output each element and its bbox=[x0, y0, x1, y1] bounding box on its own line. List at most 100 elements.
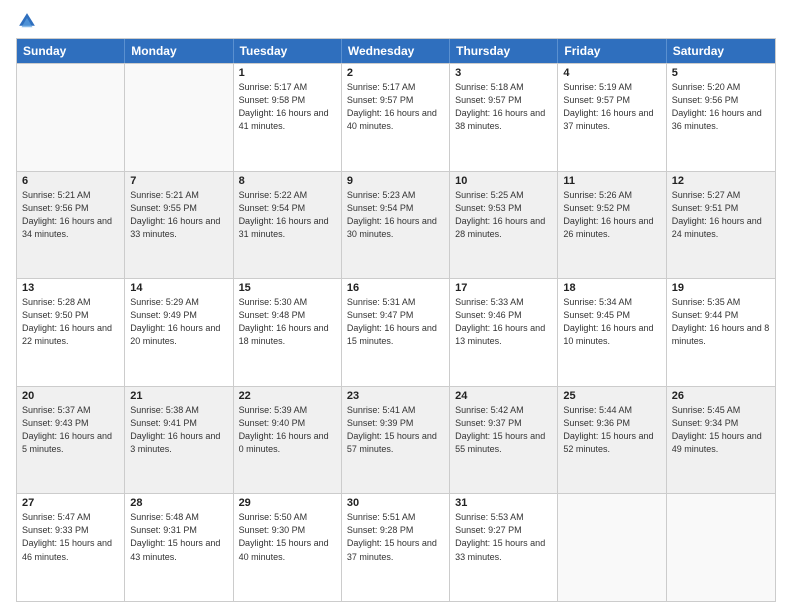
day-info: Sunrise: 5:35 AM Sunset: 9:44 PM Dayligh… bbox=[672, 296, 770, 348]
header-cell-thursday: Thursday bbox=[450, 39, 558, 63]
day-cell-23: 23 Sunrise: 5:41 AM Sunset: 9:39 PM Dayli… bbox=[342, 387, 450, 494]
day-info: Sunrise: 5:17 AM Sunset: 9:57 PM Dayligh… bbox=[347, 81, 444, 133]
header-cell-wednesday: Wednesday bbox=[342, 39, 450, 63]
day-cell-4: 4 Sunrise: 5:19 AM Sunset: 9:57 PM Daylig… bbox=[558, 64, 666, 171]
day-number: 28 bbox=[130, 497, 227, 509]
day-cell-18: 18 Sunrise: 5:34 AM Sunset: 9:45 PM Dayli… bbox=[558, 279, 666, 386]
week-row-1: 1 Sunrise: 5:17 AM Sunset: 9:58 PM Daylig… bbox=[17, 63, 775, 171]
day-cell-1: 1 Sunrise: 5:17 AM Sunset: 9:58 PM Daylig… bbox=[234, 64, 342, 171]
day-cell-22: 22Sunrise: 5:39 AM Sunset: 9:40 PM Dayli… bbox=[234, 387, 342, 494]
day-cell-5: 5 Sunrise: 5:20 AM Sunset: 9:56 PM Daylig… bbox=[667, 64, 775, 171]
day-number: 3 bbox=[455, 67, 552, 79]
day-info: Sunrise: 5:42 AM Sunset: 9:37 PM Dayligh… bbox=[455, 404, 552, 456]
day-info: Sunrise: 5:22 AM Sunset: 9:54 PM Dayligh… bbox=[239, 189, 336, 241]
day-info: Sunrise: 5:48 AM Sunset: 9:31 PM Dayligh… bbox=[130, 511, 227, 563]
day-info: Sunrise: 5:19 AM Sunset: 9:57 PM Dayligh… bbox=[563, 81, 660, 133]
day-cell-27: 27 Sunrise: 5:47 AM Sunset: 9:33 PM Dayli… bbox=[17, 494, 125, 601]
day-info: Sunrise: 5:21 AM Sunset: 9:56 PM Dayligh… bbox=[22, 189, 119, 241]
day-info: Sunrise: 5:33 AM Sunset: 9:46 PM Dayligh… bbox=[455, 296, 552, 348]
day-number: 4 bbox=[563, 67, 660, 79]
day-cell-19: 19 Sunrise: 5:35 AM Sunset: 9:44 PM Dayli… bbox=[667, 279, 775, 386]
day-number: 27 bbox=[22, 497, 119, 509]
day-cell-15: 15 Sunrise: 5:30 AM Sunset: 9:48 PM Dayli… bbox=[234, 279, 342, 386]
day-number: 22 bbox=[239, 390, 336, 402]
day-info: Sunrise: 5:23 AM Sunset: 9:54 PM Dayligh… bbox=[347, 189, 444, 241]
day-number: 2 bbox=[347, 67, 444, 79]
day-number: 1 bbox=[239, 67, 336, 79]
day-number: 20 bbox=[22, 390, 119, 402]
day-cell-21: 21 Sunrise: 5:38 AM Sunset: 9:41 PM Dayli… bbox=[125, 387, 233, 494]
day-number: 17 bbox=[455, 282, 552, 294]
day-number: 23 bbox=[347, 390, 444, 402]
day-number: 24 bbox=[455, 390, 552, 402]
empty-cell bbox=[667, 494, 775, 601]
day-number: 8 bbox=[239, 175, 336, 187]
day-info: Sunrise: 5:38 AM Sunset: 9:41 PM Dayligh… bbox=[130, 404, 227, 456]
day-number: 12 bbox=[672, 175, 770, 187]
day-info: Sunrise: 5:47 AM Sunset: 9:33 PM Dayligh… bbox=[22, 511, 119, 563]
empty-cell bbox=[125, 64, 233, 171]
week-row-5: 27 Sunrise: 5:47 AM Sunset: 9:33 PM Dayli… bbox=[17, 493, 775, 601]
empty-cell bbox=[558, 494, 666, 601]
day-info: Sunrise: 5:21 AM Sunset: 9:55 PM Dayligh… bbox=[130, 189, 227, 241]
day-number: 14 bbox=[130, 282, 227, 294]
header bbox=[16, 12, 776, 32]
day-info: Sunrise: 5:37 AM Sunset: 9:43 PM Dayligh… bbox=[22, 404, 119, 456]
day-number: 18 bbox=[563, 282, 660, 294]
day-info: Sunrise: 5:28 AM Sunset: 9:50 PM Dayligh… bbox=[22, 296, 119, 348]
header-cell-monday: Monday bbox=[125, 39, 233, 63]
day-number: 9 bbox=[347, 175, 444, 187]
header-cell-tuesday: Tuesday bbox=[234, 39, 342, 63]
day-info: Sunrise: 5:25 AM Sunset: 9:53 PM Dayligh… bbox=[455, 189, 552, 241]
day-info: Sunrise: 5:31 AM Sunset: 9:47 PM Dayligh… bbox=[347, 296, 444, 348]
day-cell-12: 12 Sunrise: 5:27 AM Sunset: 9:51 PM Dayli… bbox=[667, 172, 775, 279]
day-cell-29: 29Sunrise: 5:50 AM Sunset: 9:30 PM Dayli… bbox=[234, 494, 342, 601]
day-cell-3: 3 Sunrise: 5:18 AM Sunset: 9:57 PM Daylig… bbox=[450, 64, 558, 171]
day-number: 13 bbox=[22, 282, 119, 294]
week-row-4: 20 Sunrise: 5:37 AM Sunset: 9:43 PM Dayli… bbox=[17, 386, 775, 494]
week-row-3: 13 Sunrise: 5:28 AM Sunset: 9:50 PM Dayli… bbox=[17, 278, 775, 386]
day-info: Sunrise: 5:50 AM Sunset: 9:30 PM Dayligh… bbox=[239, 511, 336, 563]
day-number: 19 bbox=[672, 282, 770, 294]
day-info: Sunrise: 5:34 AM Sunset: 9:45 PM Dayligh… bbox=[563, 296, 660, 348]
calendar-header: SundayMondayTuesdayWednesdayThursdayFrid… bbox=[17, 39, 775, 63]
day-info: Sunrise: 5:41 AM Sunset: 9:39 PM Dayligh… bbox=[347, 404, 444, 456]
day-number: 11 bbox=[563, 175, 660, 187]
calendar: SundayMondayTuesdayWednesdayThursdayFrid… bbox=[16, 38, 776, 602]
day-info: Sunrise: 5:18 AM Sunset: 9:57 PM Dayligh… bbox=[455, 81, 552, 133]
day-cell-13: 13 Sunrise: 5:28 AM Sunset: 9:50 PM Dayli… bbox=[17, 279, 125, 386]
empty-cell bbox=[17, 64, 125, 171]
day-cell-28: 28 Sunrise: 5:48 AM Sunset: 9:31 PM Dayli… bbox=[125, 494, 233, 601]
day-number: 5 bbox=[672, 67, 770, 79]
day-info: Sunrise: 5:30 AM Sunset: 9:48 PM Dayligh… bbox=[239, 296, 336, 348]
logo bbox=[16, 12, 42, 32]
day-number: 30 bbox=[347, 497, 444, 509]
day-info: Sunrise: 5:27 AM Sunset: 9:51 PM Dayligh… bbox=[672, 189, 770, 241]
day-cell-8: 8 Sunrise: 5:22 AM Sunset: 9:54 PM Daylig… bbox=[234, 172, 342, 279]
day-cell-30: 30 Sunrise: 5:51 AM Sunset: 9:28 PM Dayli… bbox=[342, 494, 450, 601]
day-info: Sunrise: 5:51 AM Sunset: 9:28 PM Dayligh… bbox=[347, 511, 444, 563]
day-info: Sunrise: 5:26 AM Sunset: 9:52 PM Dayligh… bbox=[563, 189, 660, 241]
day-number: 16 bbox=[347, 282, 444, 294]
day-cell-6: 6Sunrise: 5:21 AM Sunset: 9:56 PM Daylig… bbox=[17, 172, 125, 279]
day-info: Sunrise: 5:45 AM Sunset: 9:34 PM Dayligh… bbox=[672, 404, 770, 456]
day-number: 26 bbox=[672, 390, 770, 402]
header-cell-saturday: Saturday bbox=[667, 39, 775, 63]
week-row-2: 6Sunrise: 5:21 AM Sunset: 9:56 PM Daylig… bbox=[17, 171, 775, 279]
day-cell-10: 10Sunrise: 5:25 AM Sunset: 9:53 PM Dayli… bbox=[450, 172, 558, 279]
header-cell-friday: Friday bbox=[558, 39, 666, 63]
day-info: Sunrise: 5:44 AM Sunset: 9:36 PM Dayligh… bbox=[563, 404, 660, 456]
day-info: Sunrise: 5:20 AM Sunset: 9:56 PM Dayligh… bbox=[672, 81, 770, 133]
day-info: Sunrise: 5:53 AM Sunset: 9:27 PM Dayligh… bbox=[455, 511, 552, 563]
day-number: 31 bbox=[455, 497, 552, 509]
day-number: 21 bbox=[130, 390, 227, 402]
day-number: 15 bbox=[239, 282, 336, 294]
day-cell-16: 16 Sunrise: 5:31 AM Sunset: 9:47 PM Dayli… bbox=[342, 279, 450, 386]
day-cell-17: 17 Sunrise: 5:33 AM Sunset: 9:46 PM Dayli… bbox=[450, 279, 558, 386]
day-cell-31: 31 Sunrise: 5:53 AM Sunset: 9:27 PM Dayli… bbox=[450, 494, 558, 601]
calendar-body: 1 Sunrise: 5:17 AM Sunset: 9:58 PM Daylig… bbox=[17, 63, 775, 601]
day-info: Sunrise: 5:17 AM Sunset: 9:58 PM Dayligh… bbox=[239, 81, 336, 133]
logo-icon bbox=[16, 10, 38, 32]
day-number: 25 bbox=[563, 390, 660, 402]
day-cell-7: 7Sunrise: 5:21 AM Sunset: 9:55 PM Daylig… bbox=[125, 172, 233, 279]
